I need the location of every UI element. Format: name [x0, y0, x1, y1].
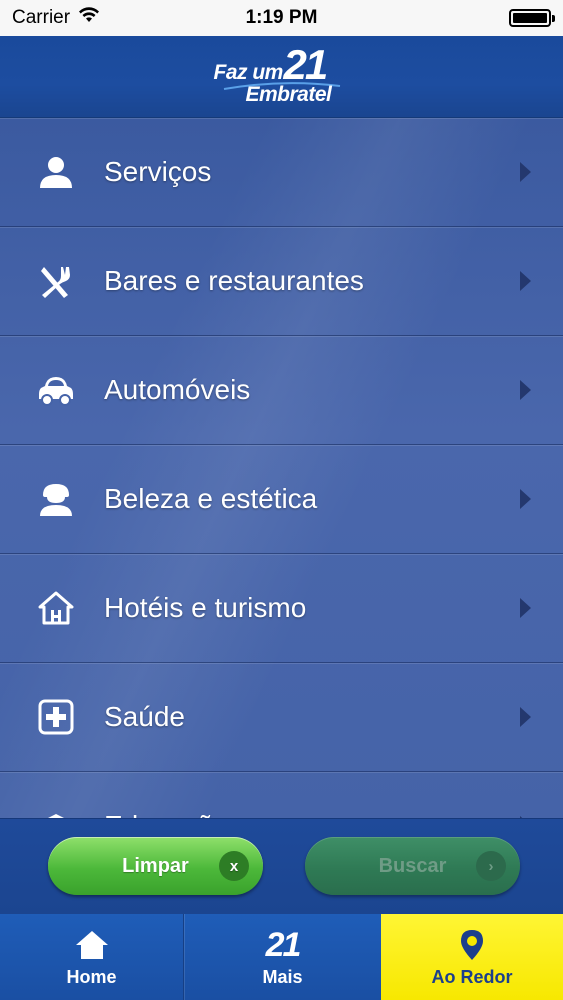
list-item-label: Hotéis e turismo — [104, 592, 307, 623]
car-icon — [37, 371, 75, 409]
list-item-hoteis-turismo[interactable]: Hotéis e turismo — [0, 554, 563, 663]
search-button[interactable]: Buscar › — [305, 837, 520, 895]
status-bar: Carrier 1:19 PM — [0, 0, 563, 36]
tab-label: Ao Redor — [431, 966, 513, 987]
logo-bottom-text: Embratel — [245, 82, 332, 106]
chevron-right-icon — [520, 707, 531, 727]
list-item-label: Bares e restaurantes — [104, 265, 364, 296]
tab-label: Mais — [262, 966, 303, 987]
tab-mais[interactable]: 21 Mais — [184, 914, 381, 1000]
clear-x-icon: x — [219, 851, 249, 881]
clear-button[interactable]: Limpar x — [48, 837, 263, 895]
tab-bar: Home 21 Mais Ao Redor — [0, 914, 563, 1000]
location-pin-icon — [459, 927, 485, 963]
chevron-right-icon — [520, 162, 531, 182]
clear-button-label: Limpar — [122, 854, 189, 877]
education-icon — [37, 807, 75, 818]
list-item-automoveis[interactable]: Automóveis — [0, 336, 563, 445]
battery-icon — [509, 9, 555, 27]
list-item-educacao[interactable]: Educação — [0, 772, 563, 818]
list-item-label: Educação — [104, 810, 229, 818]
battery-fill — [513, 13, 547, 23]
house-icon — [37, 589, 75, 627]
fork-knife-icon — [37, 262, 75, 300]
list-item-bares-restaurantes[interactable]: Bares e restaurantes — [0, 227, 563, 336]
tab-ao-redor[interactable]: Ao Redor — [381, 914, 563, 1000]
list-item-label: Saúde — [104, 701, 185, 732]
tab-home[interactable]: Home — [0, 914, 184, 1000]
list-item-servicos[interactable]: Serviços — [0, 118, 563, 227]
category-list[interactable]: Serviços Bares e restaurantes Automóveis — [0, 118, 563, 818]
embratel-logo: Faz um 21 Embratel — [212, 41, 352, 111]
tab-label: Home — [66, 966, 117, 987]
status-left: Carrier — [12, 7, 100, 29]
list-item-label: Beleza e estética — [104, 483, 318, 514]
wifi-icon — [78, 7, 100, 29]
health-plus-icon — [37, 698, 75, 736]
chevron-right-icon — [520, 598, 531, 618]
list-item-saude[interactable]: Saúde — [0, 663, 563, 772]
21-logo-icon: 21 — [265, 925, 302, 964]
action-bar: Limpar x Buscar › — [0, 818, 563, 914]
carrier-label: Carrier — [12, 7, 71, 28]
beauty-person-icon — [37, 480, 75, 518]
chevron-right-icon — [520, 489, 531, 509]
search-button-label: Buscar — [378, 854, 447, 877]
list-item-label: Automóveis — [104, 374, 251, 405]
list-item-label: Serviços — [104, 156, 212, 187]
list-item-beleza-estetica[interactable]: Beleza e estética — [0, 445, 563, 554]
chevron-right-icon — [520, 380, 531, 400]
chevron-right-icon — [520, 271, 531, 291]
person-icon — [37, 153, 75, 191]
chevron-right-circle-icon: › — [476, 851, 506, 881]
home-icon — [75, 927, 109, 963]
app-header: Faz um 21 Embratel — [0, 36, 563, 118]
